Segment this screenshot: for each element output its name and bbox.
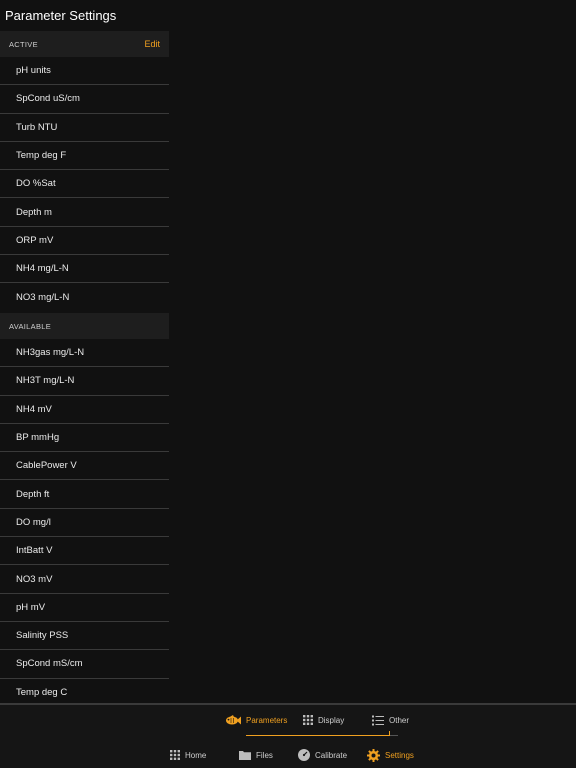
folder-icon [239, 750, 251, 760]
available-parameter-item[interactable]: NH3T mg/L-N [0, 367, 169, 396]
available-parameter-item[interactable]: NH3gas mg/L-N [0, 339, 169, 368]
active-parameter-item[interactable]: pH units [0, 57, 169, 86]
tab-home[interactable]: Home [170, 748, 206, 762]
tab-other[interactable]: Other [372, 713, 409, 727]
available-parameter-item[interactable]: SpCond mS/cm [0, 650, 169, 679]
available-section-header: AVAILABLE [0, 313, 169, 339]
available-parameter-item[interactable]: IntBatt V [0, 537, 169, 566]
available-parameter-item[interactable]: Salinity PSS [0, 621, 169, 651]
parameter-list-pane[interactable]: Parameter Settings ACTIVE Edit pH units … [0, 0, 169, 703]
available-parameter-item[interactable]: CablePower V [0, 452, 169, 481]
active-parameter-item[interactable]: Temp deg F [0, 141, 169, 171]
tab-calibrate[interactable]: Calibrate [298, 748, 347, 762]
gauge-icon [298, 749, 310, 761]
tab-files[interactable]: Files [239, 748, 273, 762]
active-tab-indicator [246, 735, 390, 736]
bottom-tab-bar: Parameters Display Other Home Files Cali… [0, 703, 576, 768]
tab-settings-label: Settings [385, 750, 414, 760]
available-parameter-item[interactable]: pH mV [0, 593, 169, 622]
available-parameter-item[interactable]: Temp deg C [0, 678, 169, 703]
tab-parameters[interactable]: Parameters [224, 713, 287, 727]
edit-button[interactable]: Edit [144, 39, 160, 49]
tab-settings[interactable]: Settings [367, 748, 414, 762]
list-icon [372, 715, 384, 726]
tab-calibrate-label: Calibrate [315, 750, 348, 760]
active-section-header: ACTIVE Edit [0, 31, 169, 57]
available-parameter-item[interactable]: NH4 mV [0, 395, 169, 424]
available-parameter-item[interactable]: BP mmHg [0, 423, 169, 453]
available-section-label: AVAILABLE [9, 321, 52, 331]
available-parameter-item[interactable]: DO mg/l [0, 508, 169, 538]
active-parameter-item[interactable]: Turb NTU [0, 113, 169, 142]
active-section-label: ACTIVE [9, 39, 38, 49]
detail-pane [169, 0, 576, 703]
fish-icon [224, 714, 241, 726]
tab-other-label: Other [389, 715, 410, 725]
active-parameter-list: pH units SpCond uS/cm Turb NTU Temp deg … [0, 57, 169, 312]
active-parameter-item[interactable]: Depth m [0, 198, 169, 227]
available-parameter-item[interactable]: Depth ft [0, 480, 169, 509]
indicator-extension [390, 735, 398, 736]
tab-display[interactable]: Display [303, 713, 344, 727]
available-parameter-list: NH3gas mg/L-N NH3T mg/L-N NH4 mV BP mmHg… [0, 339, 169, 703]
active-parameter-item[interactable]: SpCond uS/cm [0, 85, 169, 114]
active-parameter-item[interactable]: ORP mV [0, 226, 169, 256]
tab-files-label: Files [256, 750, 273, 760]
grid-icon [303, 715, 313, 725]
page-title: Parameter Settings [5, 8, 117, 23]
active-parameter-item[interactable]: NO3 mg/L-N [0, 283, 169, 312]
active-parameter-item[interactable]: NH4 mg/L-N [0, 255, 169, 284]
app-window: Parameter Settings ACTIVE Edit pH units … [0, 0, 576, 768]
grid-icon [170, 750, 180, 760]
active-parameter-item[interactable]: DO %Sat [0, 170, 169, 199]
tab-parameters-label: Parameters [246, 715, 288, 725]
gear-icon [367, 748, 380, 762]
tab-display-label: Display [318, 715, 345, 725]
tab-home-label: Home [185, 750, 207, 760]
available-parameter-item[interactable]: NO3 mV [0, 565, 169, 594]
